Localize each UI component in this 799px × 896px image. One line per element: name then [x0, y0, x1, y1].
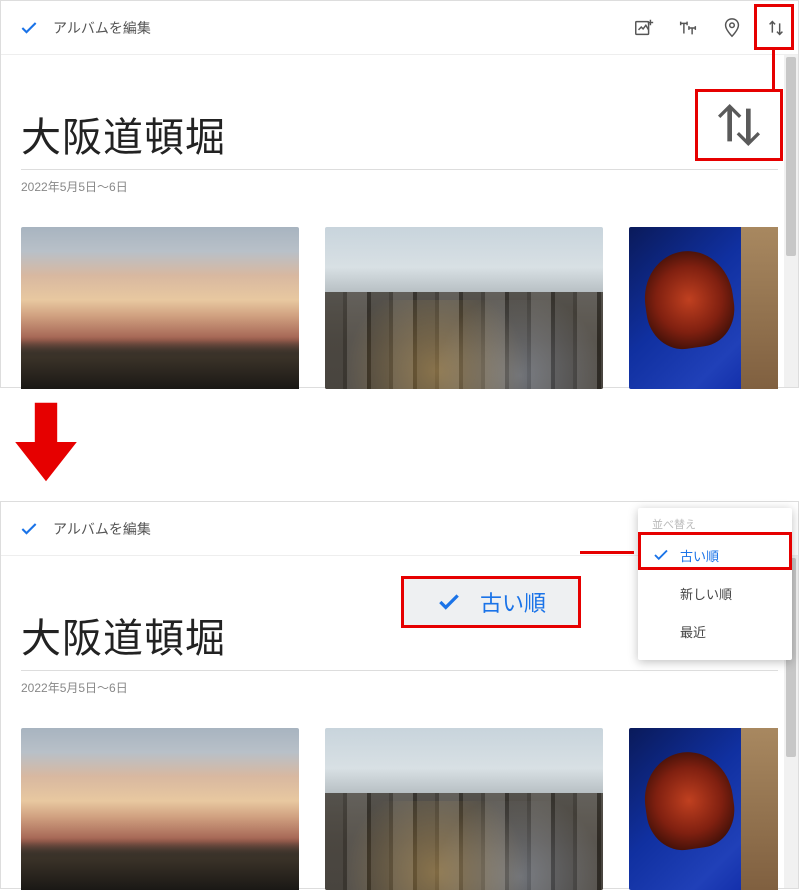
- add-photo-button[interactable]: [632, 16, 656, 40]
- sort-option-oldest[interactable]: 古い順: [638, 536, 792, 574]
- photo-thumbnail[interactable]: [21, 728, 299, 890]
- album-title[interactable]: 大阪道頓堀: [21, 606, 778, 664]
- confirm-icon[interactable]: [19, 519, 39, 539]
- topbar-title: アルバムを編集: [53, 519, 151, 539]
- album-content: 大阪道頓堀 2022年5月5日～6日: [1, 79, 798, 395]
- photo-thumbnail[interactable]: [629, 227, 778, 389]
- annotation-connector-h: [580, 551, 634, 554]
- photo-thumbnail[interactable]: [21, 227, 299, 389]
- topbar-actions: [632, 16, 788, 40]
- topbar: アルバムを編集: [1, 1, 798, 55]
- photo-thumbnail[interactable]: [629, 728, 778, 890]
- panel-before: アルバムを編集 大阪道頓堀 2022年5月5日～6日: [0, 0, 799, 388]
- topbar-title: アルバムを編集: [53, 18, 151, 38]
- album-content: 大阪道頓堀 2022年5月5日～6日: [1, 580, 798, 896]
- album-date: 2022年5月5日～6日: [21, 679, 778, 696]
- text-button[interactable]: [676, 16, 700, 40]
- photo-row: [21, 728, 778, 896]
- confirm-icon[interactable]: [19, 18, 39, 38]
- panel-after: アルバムを編集 並べ替え 古い順 新しい順 最近 古い順 大阪道頓堀 2022年…: [0, 501, 799, 889]
- sort-menu-header: 並べ替え: [638, 508, 792, 536]
- photo-row: [21, 227, 778, 395]
- photo-thumbnail[interactable]: [325, 728, 603, 890]
- sort-option-label: 古い順: [680, 546, 719, 565]
- location-button[interactable]: [720, 16, 744, 40]
- sort-button[interactable]: [764, 16, 788, 40]
- annotation-arrow-down: [0, 400, 92, 484]
- album-date: 2022年5月5日～6日: [21, 178, 778, 195]
- album-title[interactable]: 大阪道頓堀: [21, 105, 778, 163]
- photo-thumbnail[interactable]: [325, 227, 603, 389]
